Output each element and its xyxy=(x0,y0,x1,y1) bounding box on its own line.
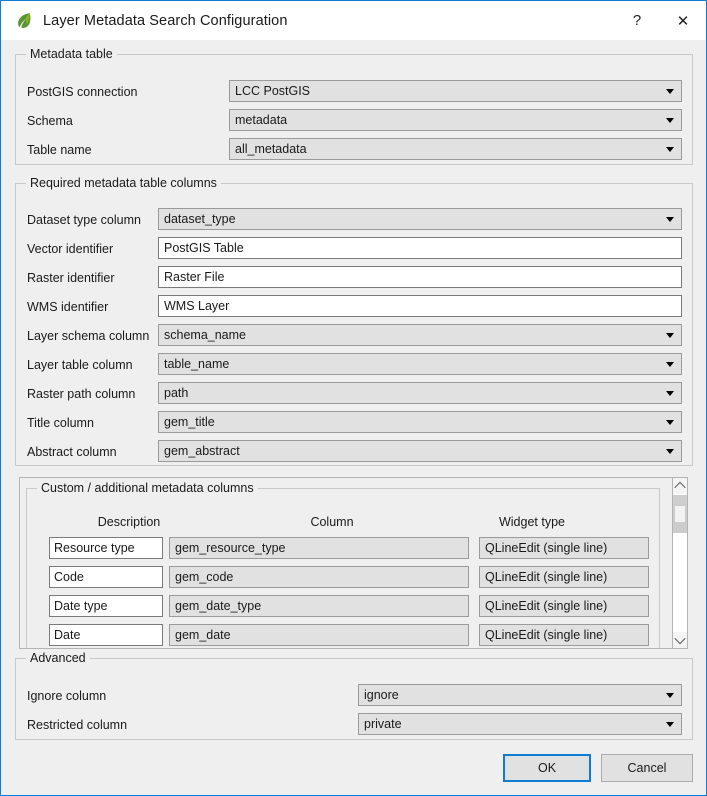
combo-postgis-connection-value: LCC PostGIS xyxy=(235,84,311,98)
combo-schema[interactable]: metadata xyxy=(229,109,682,131)
advanced-group: Advanced Ignore column ignore Restricted… xyxy=(15,651,693,740)
scroll-up-button[interactable] xyxy=(673,478,687,494)
chevron-down-icon xyxy=(666,420,674,425)
label-layer-schema-column: Layer schema column xyxy=(27,329,150,343)
combo-abstract-column[interactable]: gem_abstract xyxy=(158,440,682,462)
close-icon[interactable]: ✕ xyxy=(660,1,706,40)
chevron-down-icon xyxy=(666,89,674,94)
combo-schema-value: metadata xyxy=(235,113,288,127)
header-column: Column xyxy=(310,515,354,529)
combo-custom-widget-value: QLineEdit (single line) xyxy=(485,570,608,584)
header-description: Description xyxy=(97,515,161,529)
metadata-table-group: Metadata table PostGIS connection LCC Po… xyxy=(15,47,693,165)
help-icon[interactable]: ? xyxy=(614,1,660,40)
combo-title-column[interactable]: gem_title xyxy=(158,411,682,433)
combo-title-column-value: gem_title xyxy=(164,415,215,429)
combo-custom-column[interactable]: gem_date xyxy=(169,624,469,646)
chevron-down-icon xyxy=(666,449,674,454)
combo-custom-widget[interactable]: QLineEdit (single line) xyxy=(479,537,649,559)
scrollbar-thumb[interactable] xyxy=(673,495,687,533)
combo-custom-widget-value: QLineEdit (single line) xyxy=(485,628,608,642)
combo-custom-widget[interactable]: QLineEdit (single line) xyxy=(479,624,649,646)
input-custom-description[interactable]: Date xyxy=(49,624,163,646)
header-widget-type: Widget type xyxy=(498,515,565,529)
label-raster-identifier: Raster identifier xyxy=(27,271,115,285)
custom-columns-scrollarea[interactable]: Custom / additional metadata columns Des… xyxy=(19,477,673,649)
label-dataset-type-column: Dataset type column xyxy=(27,213,141,227)
label-layer-table-column: Layer table column xyxy=(27,358,133,372)
label-wms-identifier: WMS identifier xyxy=(27,300,109,314)
combo-custom-column-value: gem_code xyxy=(175,570,234,584)
combo-layer-table-column[interactable]: table_name xyxy=(158,353,682,375)
chevron-down-icon xyxy=(666,118,674,123)
chevron-down-icon xyxy=(666,362,674,367)
combo-abstract-column-value: gem_abstract xyxy=(164,444,240,458)
combo-raster-path-column-value: path xyxy=(164,386,189,400)
combo-table-name-value: all_metadata xyxy=(235,142,307,156)
combo-custom-column-value: gem_date_type xyxy=(175,599,262,613)
combo-custom-widget[interactable]: QLineEdit (single line) xyxy=(479,566,649,588)
label-ignore-column: Ignore column xyxy=(27,689,107,703)
combo-custom-widget-value: QLineEdit (single line) xyxy=(485,599,608,613)
window-title: Layer Metadata Search Configuration xyxy=(43,12,288,29)
chevron-down-icon xyxy=(666,217,674,222)
custom-columns-group: Custom / additional metadata columns Des… xyxy=(26,481,660,648)
custom-columns-scroll-content: Custom / additional metadata columns Des… xyxy=(20,478,666,648)
combo-layer-schema-column[interactable]: schema_name xyxy=(158,324,682,346)
dialog-window: Layer Metadata Search Configuration ? ✕ … xyxy=(0,0,707,796)
label-table-name: Table name xyxy=(27,143,92,157)
window-controls: ? ✕ xyxy=(614,1,706,40)
combo-custom-column[interactable]: gem_resource_type xyxy=(169,537,469,559)
chevron-down-icon xyxy=(674,632,686,645)
label-schema: Schema xyxy=(27,114,73,128)
label-postgis-connection: PostGIS connection xyxy=(27,85,138,99)
combo-dataset-type-column-value: dataset_type xyxy=(164,212,236,226)
combo-restricted-column-value: private xyxy=(364,717,402,731)
label-vector-identifier: Vector identifier xyxy=(27,242,114,256)
combo-custom-column-value: gem_date xyxy=(175,628,231,642)
chevron-down-icon xyxy=(666,693,674,698)
label-title-column: Title column xyxy=(27,416,94,430)
input-custom-description[interactable]: Code xyxy=(49,566,163,588)
chevron-down-icon xyxy=(666,391,674,396)
label-restricted-column: Restricted column xyxy=(27,718,128,732)
ok-button[interactable]: OK xyxy=(503,754,591,782)
chevron-up-icon xyxy=(674,481,686,494)
input-vector-identifier[interactable]: PostGIS Table xyxy=(158,237,682,259)
title-bar: Layer Metadata Search Configuration ? ✕ xyxy=(1,0,706,40)
cancel-button[interactable]: Cancel xyxy=(601,754,693,782)
scrollbar-thumb-grip xyxy=(675,506,685,522)
combo-table-name[interactable]: all_metadata xyxy=(229,138,682,160)
label-abstract-column: Abstract column xyxy=(27,445,117,459)
label-raster-path-column: Raster path column xyxy=(27,387,136,401)
combo-layer-schema-column-value: schema_name xyxy=(164,328,246,342)
scroll-down-button[interactable] xyxy=(673,632,687,648)
combo-layer-table-column-value: table_name xyxy=(164,357,230,371)
input-raster-identifier[interactable]: Raster File xyxy=(158,266,682,288)
chevron-down-icon xyxy=(666,333,674,338)
combo-restricted-column[interactable]: private xyxy=(358,713,682,735)
chevron-down-icon xyxy=(666,147,674,152)
input-wms-identifier[interactable]: WMS Layer xyxy=(158,295,682,317)
combo-custom-column[interactable]: gem_code xyxy=(169,566,469,588)
chevron-down-icon xyxy=(666,722,674,727)
metadata-table-legend: Metadata table xyxy=(26,47,117,61)
combo-raster-path-column[interactable]: path xyxy=(158,382,682,404)
combo-ignore-column-value: ignore xyxy=(364,688,399,702)
combo-postgis-connection[interactable]: LCC PostGIS xyxy=(229,80,682,102)
custom-columns-legend: Custom / additional metadata columns xyxy=(37,481,258,495)
input-custom-description[interactable]: Resource type xyxy=(49,537,163,559)
input-custom-description[interactable]: Date type xyxy=(49,595,163,617)
advanced-legend: Advanced xyxy=(26,651,90,665)
combo-custom-column[interactable]: gem_date_type xyxy=(169,595,469,617)
custom-columns-scrollbar[interactable] xyxy=(672,477,688,649)
combo-custom-widget[interactable]: QLineEdit (single line) xyxy=(479,595,649,617)
qgis-leaf-icon xyxy=(14,11,34,31)
combo-dataset-type-column[interactable]: dataset_type xyxy=(158,208,682,230)
combo-custom-widget-value: QLineEdit (single line) xyxy=(485,541,608,555)
combo-custom-column-value: gem_resource_type xyxy=(175,541,286,555)
required-columns-legend: Required metadata table columns xyxy=(26,176,221,190)
required-columns-group: Required metadata table columns Dataset … xyxy=(15,176,693,466)
combo-ignore-column[interactable]: ignore xyxy=(358,684,682,706)
